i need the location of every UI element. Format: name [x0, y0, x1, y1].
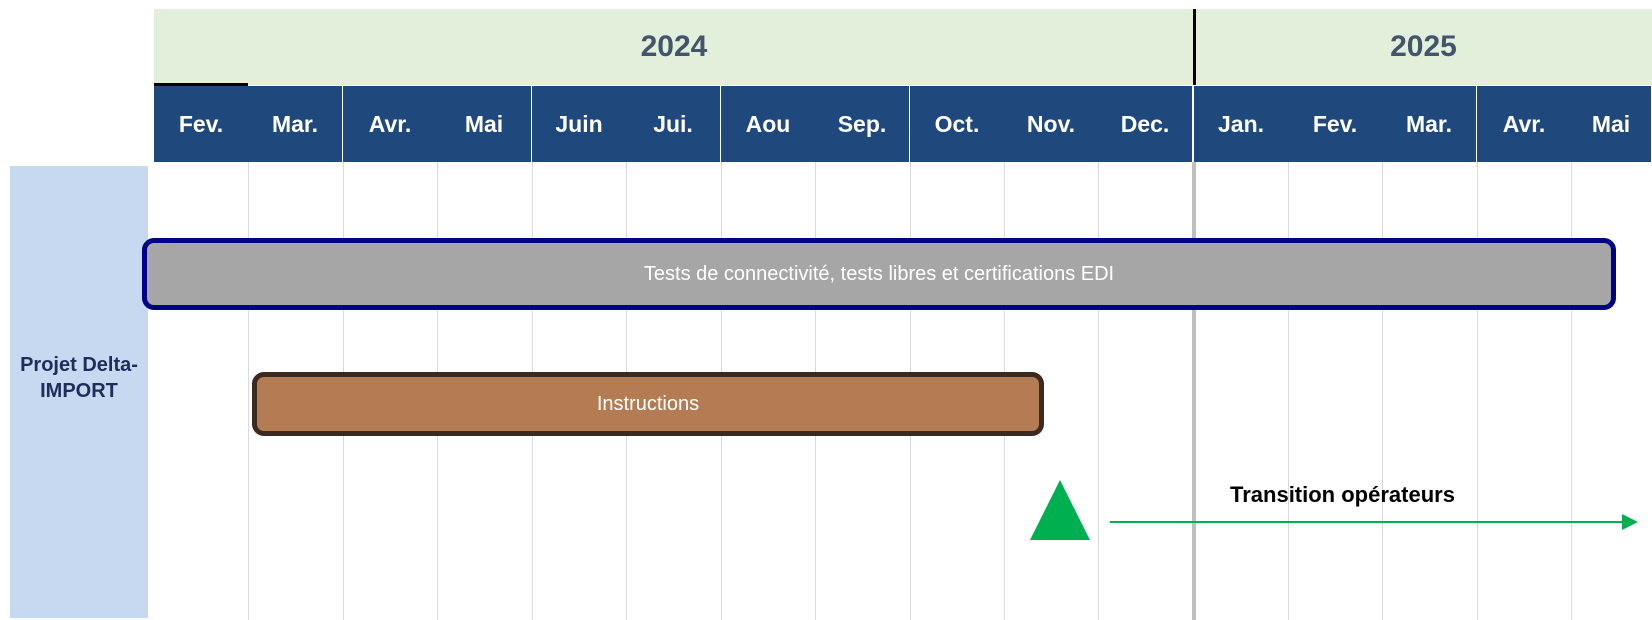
transition-arrow-line [1110, 521, 1626, 523]
month-cell: Mar. [248, 86, 343, 162]
month-cell: Mar. [1382, 86, 1477, 162]
year-2024-label: 2024 [640, 30, 708, 63]
task-bar-tests: Tests de connectivité, tests libres et c… [142, 238, 1616, 310]
milestone-triangle-icon [1030, 480, 1090, 540]
month-cell: Fev. [154, 86, 249, 162]
month-cell: Aou [721, 86, 816, 162]
month-cell: Fev. [1288, 86, 1383, 162]
year-grid-line [1192, 162, 1196, 620]
task-bar-tests-label: Tests de connectivité, tests libres et c… [643, 263, 1115, 285]
year-divider [1193, 9, 1196, 85]
task-bar-instructions: Instructions [252, 372, 1044, 436]
grid-line [1288, 162, 1289, 620]
project-label: Projet Delta-IMPORT [10, 352, 148, 404]
month-cell: Mai [437, 86, 532, 162]
grid-line [1382, 162, 1383, 620]
project-label-text: Projet Delta-IMPORT [20, 354, 138, 402]
grid-line [1477, 162, 1478, 620]
task-bar-instructions-label: Instructions [596, 393, 700, 415]
year-2025-label: 2025 [1390, 30, 1457, 63]
grid-line [1571, 162, 1572, 620]
grid-line [1098, 162, 1099, 620]
month-cell: Avr. [343, 86, 438, 162]
month-cell: Mai [1571, 86, 1652, 162]
grid-line [248, 162, 249, 620]
month-cell: Avr. [1477, 86, 1572, 162]
month-cell: Dec. [1098, 86, 1193, 162]
month-cell: Jui. [626, 86, 721, 162]
transition-label: Transition opérateurs [1230, 482, 1455, 507]
month-cell: Sep. [815, 86, 910, 162]
month-cell: Oct. [910, 86, 1005, 162]
arrow-right-icon [1622, 514, 1638, 530]
month-cell: Jan. [1194, 86, 1289, 162]
month-cell: Nov. [1004, 86, 1099, 162]
month-cell: Juin [532, 86, 627, 162]
